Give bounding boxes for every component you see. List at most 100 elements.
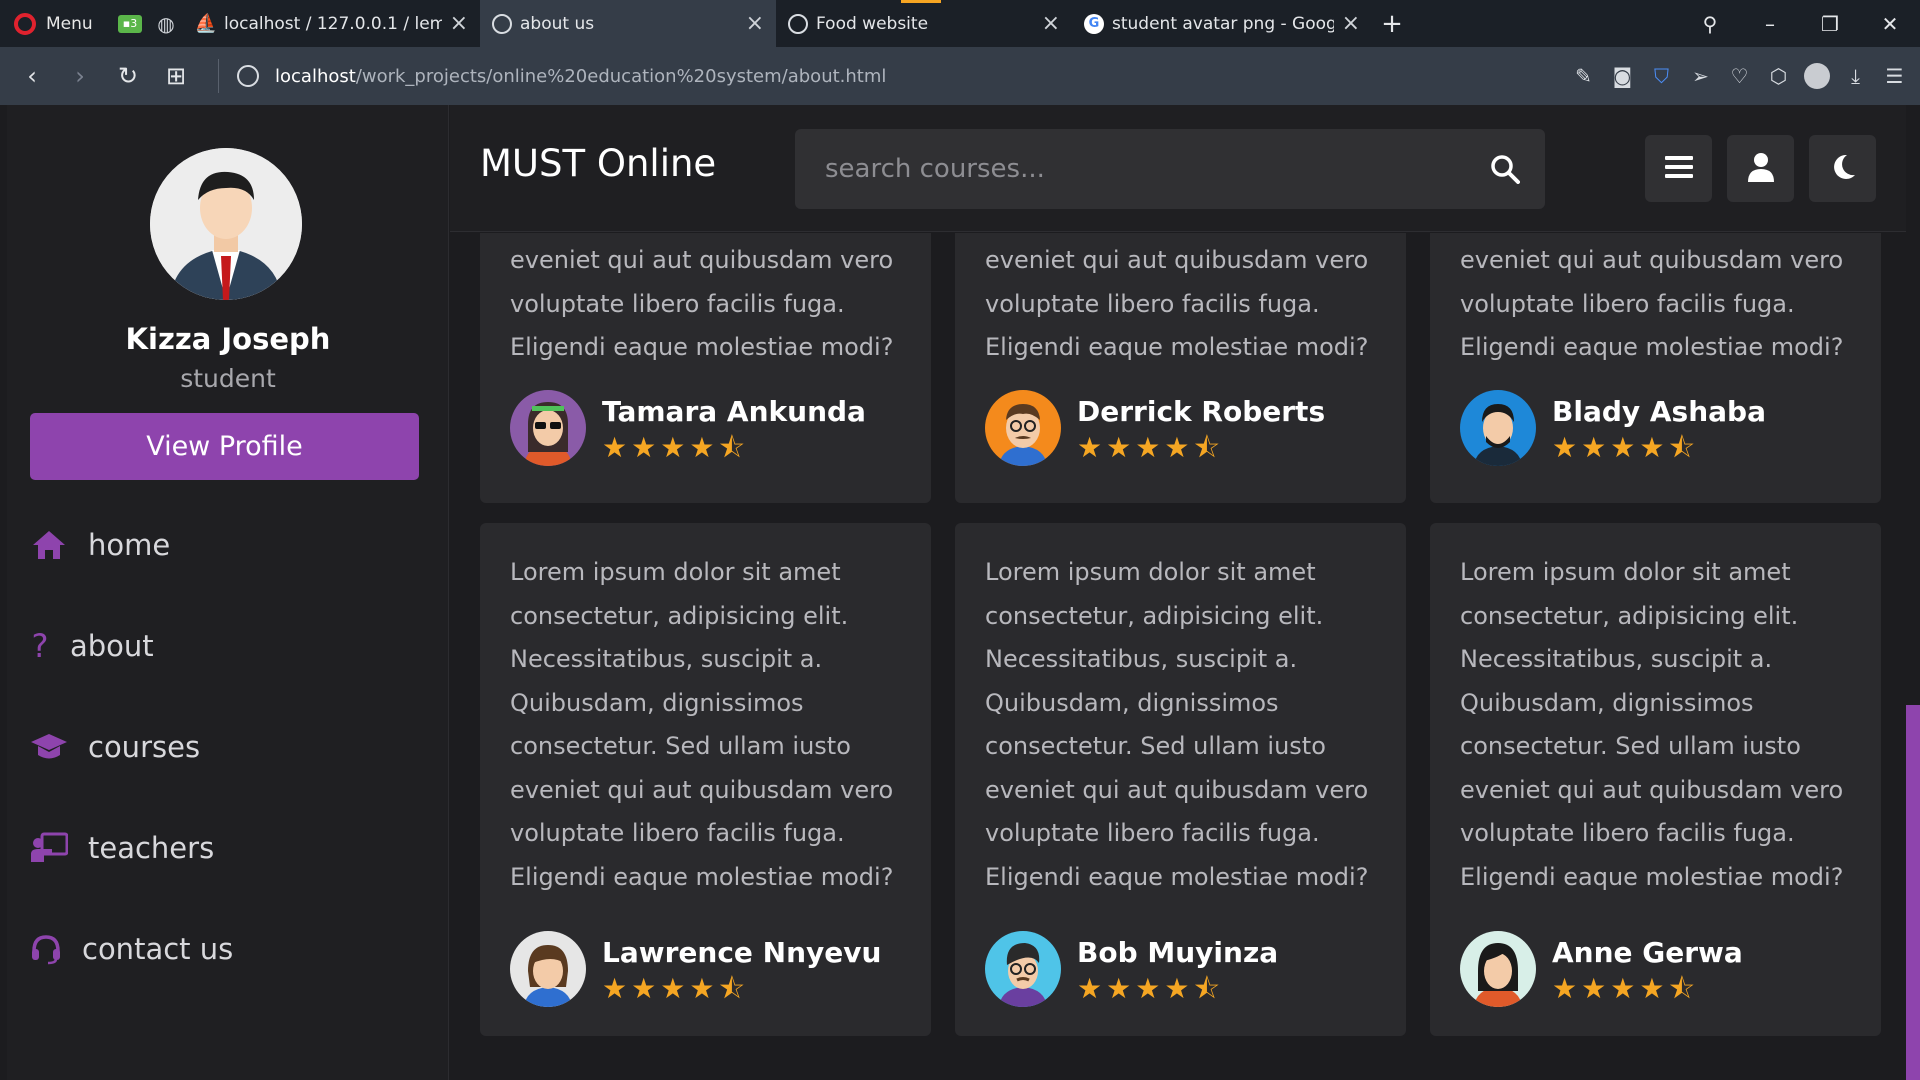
sidebar: Kizza Joseph student View Profile home ?… (7, 105, 449, 1080)
reviews-section: eveniet qui aut quibusdam vero voluptate… (450, 233, 1906, 1080)
user-icon (1747, 152, 1775, 186)
review-card: Lorem ipsum dolor sit amet consectetur, … (955, 523, 1406, 1036)
download-icon[interactable]: ⤓ (1836, 47, 1875, 105)
menu-button[interactable] (1645, 135, 1712, 202)
star-icon: ★ (689, 971, 715, 1005)
close-icon[interactable]: × (1342, 11, 1360, 36)
sidebar-item-about[interactable]: ? about (30, 627, 154, 665)
opera-logo-icon (14, 12, 36, 35)
review-text: eveniet qui aut quibusdam vero voluptate… (510, 246, 894, 361)
sidebar-item-teachers[interactable]: teachers (30, 830, 214, 866)
reviewer-name: Bob Muyinza (1077, 935, 1279, 969)
easy-setup-icon[interactable]: ☰ (1875, 47, 1914, 105)
minimize-button[interactable]: – (1740, 0, 1800, 47)
profile-avatar (150, 148, 302, 300)
address-bar: ‹ › ↻ ⊞ localhost/work_projects/online%2… (0, 47, 1920, 105)
star-icon: ★ (1581, 971, 1607, 1005)
sidebar-item-label: about (70, 629, 154, 663)
sidebar-item-label: contact us (82, 932, 234, 966)
star-half-icon: ⯪ (1668, 430, 1695, 464)
star-rating: ★ ★ ★ ★ ⯪ (1552, 971, 1743, 1005)
globe-icon (492, 13, 512, 34)
tab-title: localhost / 127.0.0.1 / lemeo (224, 13, 442, 34)
sidebar-item-label: courses (88, 730, 201, 764)
url-field[interactable]: localhost/work_projects/online%20educati… (275, 66, 1564, 87)
camera-icon[interactable]: ◙ (1603, 47, 1642, 105)
window-close-button[interactable]: ✕ (1860, 0, 1920, 47)
tab-google-search[interactable]: G student avatar png - Google × (1072, 0, 1372, 47)
back-button[interactable]: ‹ (8, 47, 56, 105)
star-icon: ★ (1552, 430, 1578, 464)
edit-icon[interactable]: ✎ (1564, 47, 1603, 105)
reviewer-avatar (510, 931, 586, 1007)
star-icon: ★ (660, 430, 686, 464)
tab-food-website[interactable]: Food website × (776, 0, 1072, 47)
shield-icon[interactable]: ⛉ (1642, 47, 1681, 105)
site-info-icon[interactable] (237, 65, 259, 87)
speed-dial-tab-button[interactable]: ◍ (148, 0, 184, 47)
star-half-icon: ⯪ (718, 430, 745, 464)
sidebar-item-home[interactable]: home (30, 527, 170, 563)
google-icon: G (1084, 13, 1104, 34)
star-icon: ★ (1106, 430, 1132, 464)
close-icon[interactable]: × (1042, 11, 1060, 36)
reviewer-avatar (510, 390, 586, 466)
opera-menu-button[interactable]: Menu (0, 12, 112, 35)
tab-loading-indicator (901, 0, 941, 3)
star-half-icon: ⯪ (1193, 971, 1220, 1005)
reviewer: Anne Gerwa ★ ★ ★ ★ ⯪ (1460, 931, 1743, 1007)
sidebar-item-courses[interactable]: courses (30, 729, 200, 765)
reviewer-avatar (1460, 931, 1536, 1007)
close-icon[interactable]: × (450, 11, 468, 36)
moon-icon (1829, 153, 1857, 185)
question-icon: ? (31, 627, 49, 665)
search-icon[interactable] (1465, 129, 1545, 209)
restore-button[interactable]: ❐ (1800, 0, 1860, 47)
workspaces-button[interactable]: ▪3 (112, 0, 148, 47)
heart-icon[interactable]: ♡ (1720, 47, 1759, 105)
address-separator (218, 59, 219, 93)
star-icon: ★ (631, 430, 657, 464)
extensions-icon[interactable]: ⬡ (1759, 47, 1798, 105)
review-card: eveniet qui aut quibusdam vero voluptate… (480, 233, 931, 503)
star-icon: ★ (602, 430, 628, 464)
page-scrollbar-thumb[interactable] (1906, 705, 1920, 1080)
star-rating: ★ ★ ★ ★ ⯪ (1077, 430, 1325, 464)
tab-overview-button[interactable]: ⊞ (152, 47, 200, 105)
tab-phpmyadmin[interactable]: ⛵ localhost / 127.0.0.1 / lemeo × (184, 0, 480, 47)
star-icon: ★ (1077, 430, 1103, 464)
header: MUST Online (450, 105, 1906, 232)
sidebar-item-contact-us[interactable]: contact us (30, 931, 233, 967)
profile-role: student (180, 364, 276, 393)
reviewer-avatar (1460, 390, 1536, 466)
star-icon: ★ (1639, 430, 1665, 464)
new-tab-button[interactable]: + (1372, 0, 1412, 47)
tab-search-icon[interactable]: ⚲ (1680, 0, 1740, 47)
star-icon: ★ (1581, 430, 1607, 464)
star-icon: ★ (1610, 971, 1636, 1005)
search-input[interactable] (795, 129, 1465, 209)
reload-button[interactable]: ↻ (104, 47, 152, 105)
star-half-icon: ⯪ (1193, 430, 1220, 464)
browser-tab-bar: Menu ▪3 ◍ ⛵ localhost / 127.0.0.1 / leme… (0, 0, 1920, 47)
review-card: eveniet qui aut quibusdam vero voluptate… (955, 233, 1406, 503)
account-icon[interactable] (1804, 63, 1830, 89)
star-rating: ★ ★ ★ ★ ⯪ (1077, 971, 1278, 1005)
reviewer-name: Derrick Roberts (1077, 394, 1326, 428)
star-icon: ★ (1164, 430, 1190, 464)
user-button[interactable] (1727, 135, 1794, 202)
review-card: Lorem ipsum dolor sit amet consectetur, … (480, 523, 931, 1036)
view-profile-button[interactable]: View Profile (30, 413, 419, 480)
workspaces-icon: ▪3 (118, 14, 142, 33)
send-icon[interactable]: ➢ (1681, 47, 1720, 105)
theme-toggle-button[interactable] (1809, 135, 1876, 202)
tab-title: student avatar png - Google (1112, 13, 1334, 34)
profile-name: Kizza Joseph (125, 322, 331, 356)
url-path: /work_projects/online%20education%20syst… (355, 65, 887, 87)
sidebar-item-label: home (88, 528, 171, 562)
site-logo[interactable]: MUST Online (480, 142, 716, 185)
close-icon[interactable]: × (746, 11, 764, 36)
tab-about-us[interactable]: about us × (480, 0, 776, 47)
forward-button[interactable]: › (56, 47, 104, 105)
star-icon: ★ (1135, 971, 1161, 1005)
